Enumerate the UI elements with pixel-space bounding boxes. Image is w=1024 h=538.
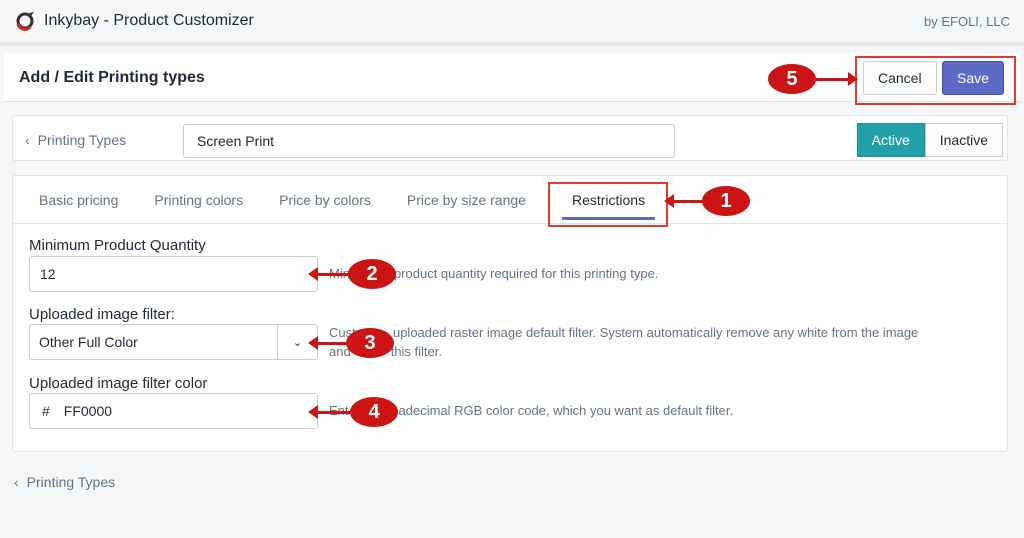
help-text: adecimal RGB color code, which you want … bbox=[398, 403, 734, 418]
chevron-left-icon: ‹ bbox=[14, 474, 19, 490]
annotation-marker-5: 5 bbox=[768, 64, 858, 94]
help-text: this filter. bbox=[390, 344, 442, 359]
marker-number: 2 bbox=[348, 259, 396, 289]
app-bar: Inkybay - Product Customizer by EFOLI, L… bbox=[0, 0, 1024, 46]
marker-number: 5 bbox=[768, 64, 816, 94]
tab-price-by-colors[interactable]: Price by colors bbox=[279, 176, 389, 224]
printing-type-bar: ‹ Printing Types Screen Print Active Inac… bbox=[12, 115, 1008, 161]
annotation-marker-4: 4 bbox=[308, 397, 398, 427]
filter-color-label: Uploaded image filter color bbox=[29, 375, 208, 392]
min-qty-label: Minimum Product Quantity bbox=[29, 237, 206, 254]
marker-number: 1 bbox=[702, 186, 750, 216]
restrictions-card: Basic pricing Printing colors Price by c… bbox=[12, 175, 1008, 452]
annotation-marker-2: 2 bbox=[308, 259, 396, 289]
min-qty-help: Minproduct quantity required for this pr… bbox=[329, 264, 989, 283]
filter-color-help: Entadecimal RGB color code, which you wa… bbox=[329, 401, 989, 420]
app-title: Inkybay - Product Customizer bbox=[44, 12, 254, 29]
filter-color-input[interactable]: # FF0000 bbox=[29, 393, 318, 429]
tab-printing-colors[interactable]: Printing colors bbox=[154, 176, 261, 224]
filter-help: Custo uploaded raster image default filte… bbox=[329, 323, 989, 361]
annotation-marker-3: 3 bbox=[308, 328, 394, 358]
annotation-marker-1: 1 bbox=[664, 186, 750, 216]
tab-basic-pricing[interactable]: Basic pricing bbox=[39, 176, 136, 224]
help-text: product quantity required for this print… bbox=[393, 266, 659, 281]
tab-price-by-size-range[interactable]: Price by size range bbox=[407, 176, 544, 224]
filter-select[interactable]: Other Full Color ⌄ bbox=[29, 324, 318, 360]
filter-value: Other Full Color bbox=[39, 334, 138, 350]
tab-bar: Basic pricing Printing colors Price by c… bbox=[13, 176, 1007, 224]
annotation-box-actions bbox=[855, 56, 1016, 105]
min-qty-input[interactable]: 12 bbox=[29, 256, 318, 292]
annotation-box-restrictions bbox=[548, 182, 668, 227]
active-button[interactable]: Active bbox=[856, 123, 925, 157]
page-title: Add / Edit Printing types bbox=[19, 68, 205, 86]
chevron-left-icon: ‹ bbox=[25, 132, 30, 148]
back-link[interactable]: ‹ Printing Types bbox=[25, 132, 126, 148]
vendor-label: by EFOLI, LLC bbox=[924, 13, 1010, 29]
marker-number: 4 bbox=[350, 397, 398, 427]
filter-color-value: FF0000 bbox=[63, 403, 113, 419]
hash-prefix: # bbox=[42, 403, 50, 419]
filter-label: Uploaded image filter: bbox=[29, 306, 175, 323]
marker-number: 3 bbox=[346, 328, 394, 358]
back-label: Printing Types bbox=[37, 132, 127, 148]
inactive-button[interactable]: Inactive bbox=[924, 123, 1003, 157]
footer-back-link[interactable]: ‹ Printing Types bbox=[14, 474, 115, 490]
footer-back-label: Printing Types bbox=[26, 474, 116, 490]
status-toggle: Active Inactive bbox=[856, 123, 1003, 157]
inkybay-logo-icon bbox=[16, 12, 34, 31]
help-text: uploaded raster image default filter. Sy… bbox=[392, 325, 919, 340]
printing-type-name-input[interactable]: Screen Print bbox=[183, 124, 675, 158]
